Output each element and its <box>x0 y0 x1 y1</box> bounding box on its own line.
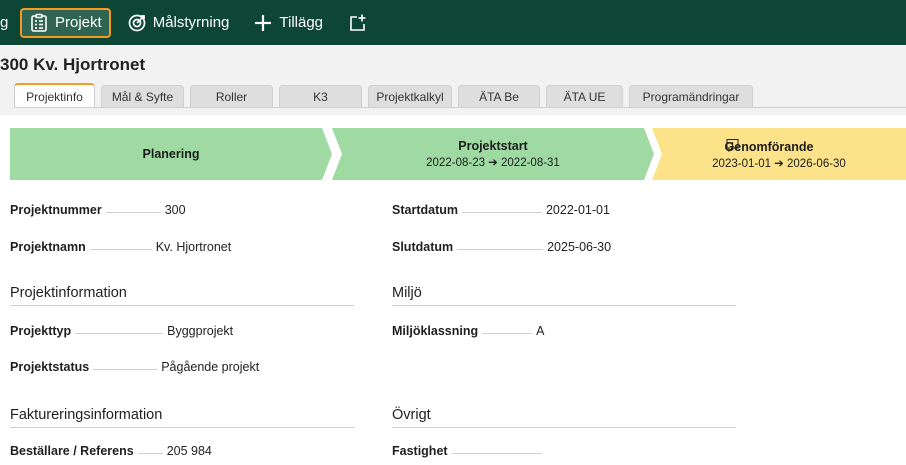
field-value[interactable]: Byggprojekt <box>167 324 233 338</box>
comment-icon[interactable]: 1 <box>726 138 833 153</box>
target-icon <box>127 13 147 33</box>
field-projektnummer: Projektnummer 300 <box>10 197 186 217</box>
field-startdatum: Startdatum 2022-01-01 <box>392 197 610 217</box>
field-fastighet: Fastighet <box>392 438 546 458</box>
tab-divider <box>14 107 906 108</box>
phase-arrow-shape <box>332 128 654 180</box>
phase-title: Genomförande 1 <box>725 138 834 154</box>
page-title: 300 Kv. Hjortronet <box>0 55 146 74</box>
phase-projektstart[interactable]: Projektstart 2022-08-23 ➔ 2022-08-31 <box>332 128 654 180</box>
field-value[interactable]: Kv. Hjortronet <box>156 240 232 254</box>
tab-ata-ue[interactable]: ÄTA UE <box>546 85 623 108</box>
toolbar-new-button[interactable] <box>339 8 381 38</box>
tab-k3[interactable]: K3 <box>279 85 362 108</box>
field-label: Startdatum <box>392 203 458 217</box>
toolbar-goals-label: Målstyrning <box>152 14 230 31</box>
phase-planering[interactable]: Planering <box>10 128 332 180</box>
phase-title: Planering <box>142 147 200 161</box>
tab-ata-be[interactable]: ÄTA Be <box>458 85 540 108</box>
phase-dates: 2023-01-01 ➔ 2026-06-30 <box>712 158 846 170</box>
tab-projektkalkyl[interactable]: Projektkalkyl <box>368 85 452 108</box>
field-projektnamn: Projektnamn Kv. Hjortronet <box>10 234 231 254</box>
phase-title: Projektstart <box>458 139 528 153</box>
field-value[interactable]: 300 <box>165 203 186 217</box>
phase-dates: 2022-08-23 ➔ 2022-08-31 <box>426 157 560 169</box>
toolbar-addon-label: Tillägg <box>279 14 324 31</box>
field-label: Beställare / Referens <box>10 444 134 458</box>
phase-genomforande[interactable]: Genomförande 1 2023-01-01 ➔ 2026-06-30 <box>652 128 906 180</box>
field-miljoklassning: Miljöklassning A <box>392 318 544 338</box>
section-miljo: Miljö <box>392 285 736 306</box>
field-value[interactable]: 205 984 <box>167 444 212 458</box>
field-projektstatus: Projektstatus Pågående projekt <box>10 354 259 374</box>
field-value[interactable]: A <box>536 324 544 338</box>
field-label: Miljöklassning <box>392 324 479 338</box>
field-label: Fastighet <box>392 444 448 458</box>
tab-roller[interactable]: Roller <box>190 85 273 108</box>
toolbar-goals-button[interactable]: Målstyrning <box>119 8 238 38</box>
comment-count: 1 <box>730 141 734 148</box>
top-toolbar: g Projekt Målstyrning Tillägg <box>0 0 906 45</box>
tab-projektinfo[interactable]: Projektinfo <box>14 83 95 108</box>
phase-timeline: Planering Projektstart 2022-08-23 ➔ 2022… <box>0 128 906 186</box>
toolbar-project-button[interactable]: Projekt <box>20 7 111 38</box>
tab-mal-syfte[interactable]: Mål & Syfte <box>101 85 184 108</box>
clipboard-icon <box>29 13 49 33</box>
toolbar-item-cut[interactable]: g <box>0 8 18 38</box>
section-ovrigt: Övrigt <box>392 407 736 428</box>
field-label: Projektnummer <box>10 203 102 217</box>
field-label: Projekttyp <box>10 324 72 338</box>
tab-bar: Projektinfo Mål & Syfte Roller K3 Projek… <box>14 83 759 108</box>
add-window-icon <box>347 13 367 33</box>
field-label: Slutdatum <box>392 240 454 254</box>
toolbar-addon-button[interactable]: Tillägg <box>245 8 331 38</box>
field-value[interactable]: Pågående projekt <box>161 360 259 374</box>
field-value[interactable]: 2022-01-01 <box>546 203 610 217</box>
section-projektinformation: Projektinformation <box>10 285 354 306</box>
field-label: Projektnamn <box>10 240 86 254</box>
section-fakturering: Faktureringsinformation <box>10 407 354 428</box>
tab-programandringar[interactable]: Programändringar <box>629 85 753 108</box>
project-header: 300 Kv. Hjortronet Projektinfo Mål & Syf… <box>0 45 906 115</box>
field-projekttyp: Projekttyp Byggprojekt <box>10 318 233 338</box>
field-value[interactable]: 2025-06-30 <box>547 240 611 254</box>
plus-icon <box>253 13 273 33</box>
field-bestallare: Beställare / Referens 205 984 <box>10 438 212 458</box>
toolbar-cut-label: g <box>0 14 9 31</box>
field-slutdatum: Slutdatum 2025-06-30 <box>392 234 611 254</box>
phase-arrow-shape <box>652 128 906 180</box>
field-label: Projektstatus <box>10 360 90 374</box>
toolbar-project-label: Projekt <box>55 14 102 31</box>
